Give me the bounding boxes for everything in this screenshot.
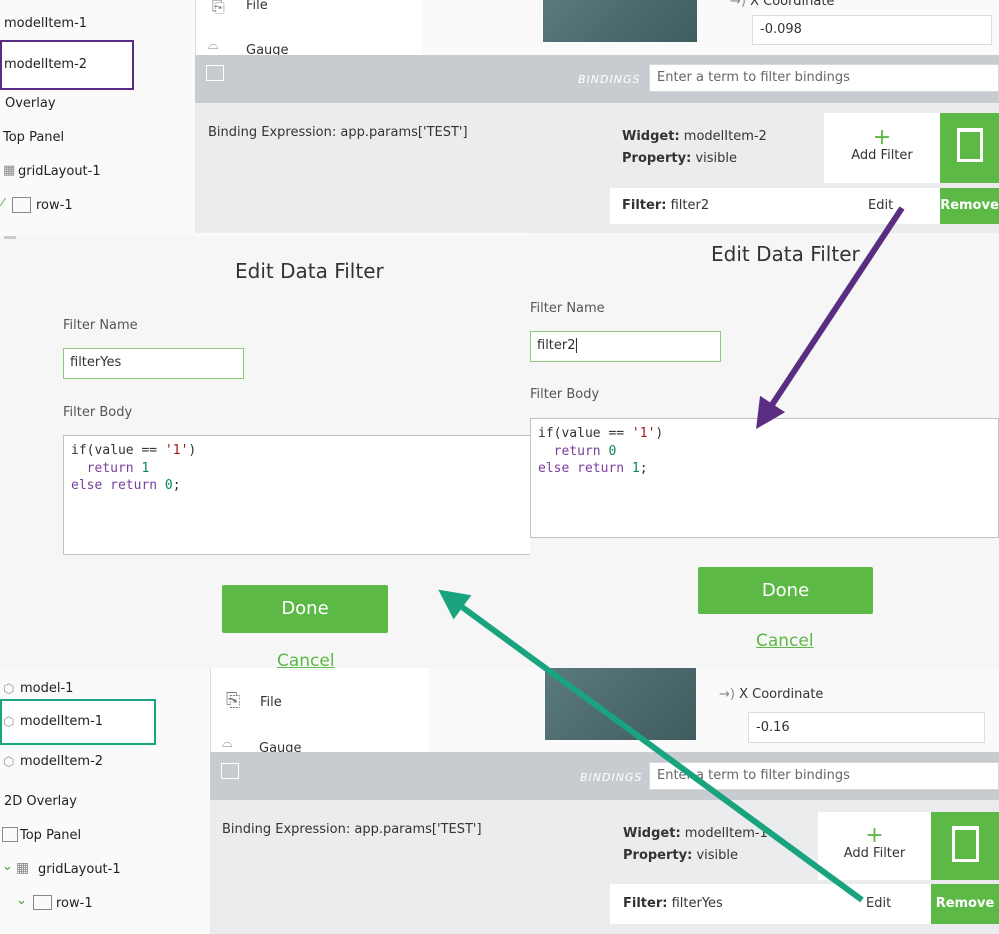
annotation-arrows — [438, 206, 905, 903]
teal-arrow — [438, 589, 864, 903]
purple-arrow — [756, 206, 905, 430]
